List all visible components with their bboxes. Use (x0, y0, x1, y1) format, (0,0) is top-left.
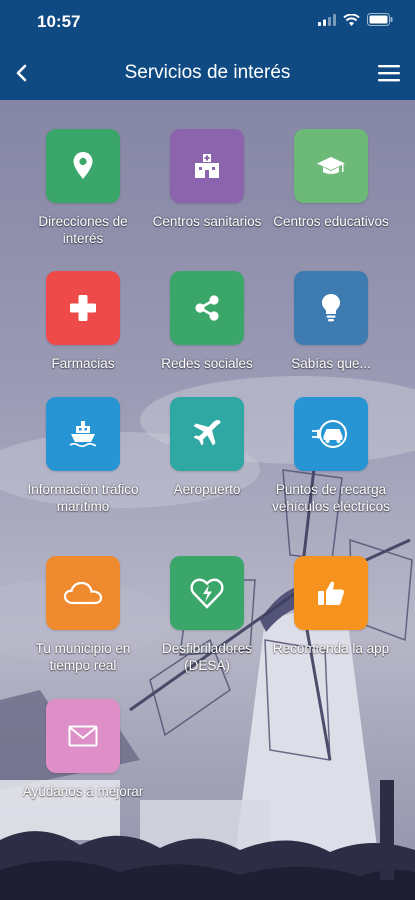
service-redes-sociales[interactable]: Redes sociales (145, 271, 269, 372)
navigation-bar: Servicios de interés (0, 50, 415, 96)
service-label: Puntos de recarga vehículos eléctricos (272, 482, 390, 514)
menu-button[interactable] (377, 62, 401, 84)
thumbs-up-icon (318, 581, 345, 605)
service-puntos-de-recarga[interactable]: Puntos de recarga vehículos eléctricos (269, 397, 393, 515)
service-label: Centros educativos (273, 214, 389, 229)
status-icons (318, 13, 393, 26)
cellular-signal-icon (318, 13, 336, 26)
service-centros-sanitarios[interactable]: Centros sanitarios (145, 129, 269, 230)
graduation-cap-icon (317, 157, 345, 174)
service-label: Desfibriladores (DESA) (161, 641, 253, 673)
service-tile[interactable] (46, 397, 120, 471)
service-tile[interactable] (46, 271, 120, 345)
service-label: Direcciones de interés (38, 214, 128, 246)
battery-icon (367, 13, 393, 26)
service-label: Recomienda la app (272, 641, 390, 656)
service-label: Farmacias (51, 356, 115, 371)
cloud-icon (63, 581, 103, 605)
service-label: Tu municipio en tiempo real (35, 641, 131, 673)
service-direcciones-de-interes[interactable]: Direcciones de interés (21, 129, 145, 247)
service-ayudanos-a-mejorar[interactable]: Ayúdanos a mejorar (21, 699, 145, 800)
service-tile[interactable] (294, 129, 368, 203)
hospital-icon (195, 154, 219, 178)
service-tile[interactable] (46, 556, 120, 630)
service-recomienda-la-app[interactable]: Recomienda la app (269, 556, 393, 657)
service-label: Redes sociales (161, 356, 253, 371)
service-label: Sabías que... (291, 356, 371, 371)
service-tile[interactable] (294, 271, 368, 345)
service-label: Aeropuerto (173, 482, 241, 497)
page-title: Servicios de interés (124, 62, 291, 83)
service-tile[interactable] (170, 397, 244, 471)
service-sabias-que[interactable]: Sabías que... (269, 271, 393, 372)
service-tile[interactable] (294, 556, 368, 630)
service-tile[interactable] (294, 397, 368, 471)
defibrillator-heart-icon (190, 578, 224, 609)
pharmacy-cross-icon (70, 295, 96, 321)
service-label: Centros sanitarios (152, 214, 262, 229)
envelope-icon (68, 725, 98, 747)
location-pin-icon (73, 152, 93, 179)
service-trafico-maritimo[interactable]: Información tráfico marítimo (21, 397, 145, 515)
ev-charging-icon (312, 420, 347, 448)
service-tile[interactable] (170, 271, 244, 345)
service-tile[interactable] (170, 129, 244, 203)
service-label: Información tráfico marítimo (27, 482, 139, 514)
service-tile[interactable] (46, 699, 120, 773)
services-grid: Direcciones de interés Centros sanitario… (0, 100, 415, 900)
service-farmacias[interactable]: Farmacias (21, 271, 145, 372)
hamburger-menu-icon (378, 65, 400, 82)
service-desfibriladores[interactable]: Desfibriladores (DESA) (145, 556, 269, 674)
share-icon (195, 295, 219, 321)
lightbulb-icon (322, 294, 340, 322)
app-header: 10:57 Servicios de interés (0, 0, 415, 100)
service-tu-municipio[interactable]: Tu municipio en tiempo real (21, 556, 145, 674)
wifi-icon (343, 13, 360, 26)
status-bar: 10:57 (0, 0, 415, 44)
service-tile[interactable] (46, 129, 120, 203)
status-time: 10:57 (37, 12, 81, 31)
ship-icon (69, 421, 97, 448)
service-label: Ayúdanos a mejorar (22, 784, 144, 799)
service-tile[interactable] (170, 556, 244, 630)
airplane-icon (193, 420, 221, 446)
service-aeropuerto[interactable]: Aeropuerto (145, 397, 269, 498)
service-centros-educativos[interactable]: Centros educativos (269, 129, 393, 230)
